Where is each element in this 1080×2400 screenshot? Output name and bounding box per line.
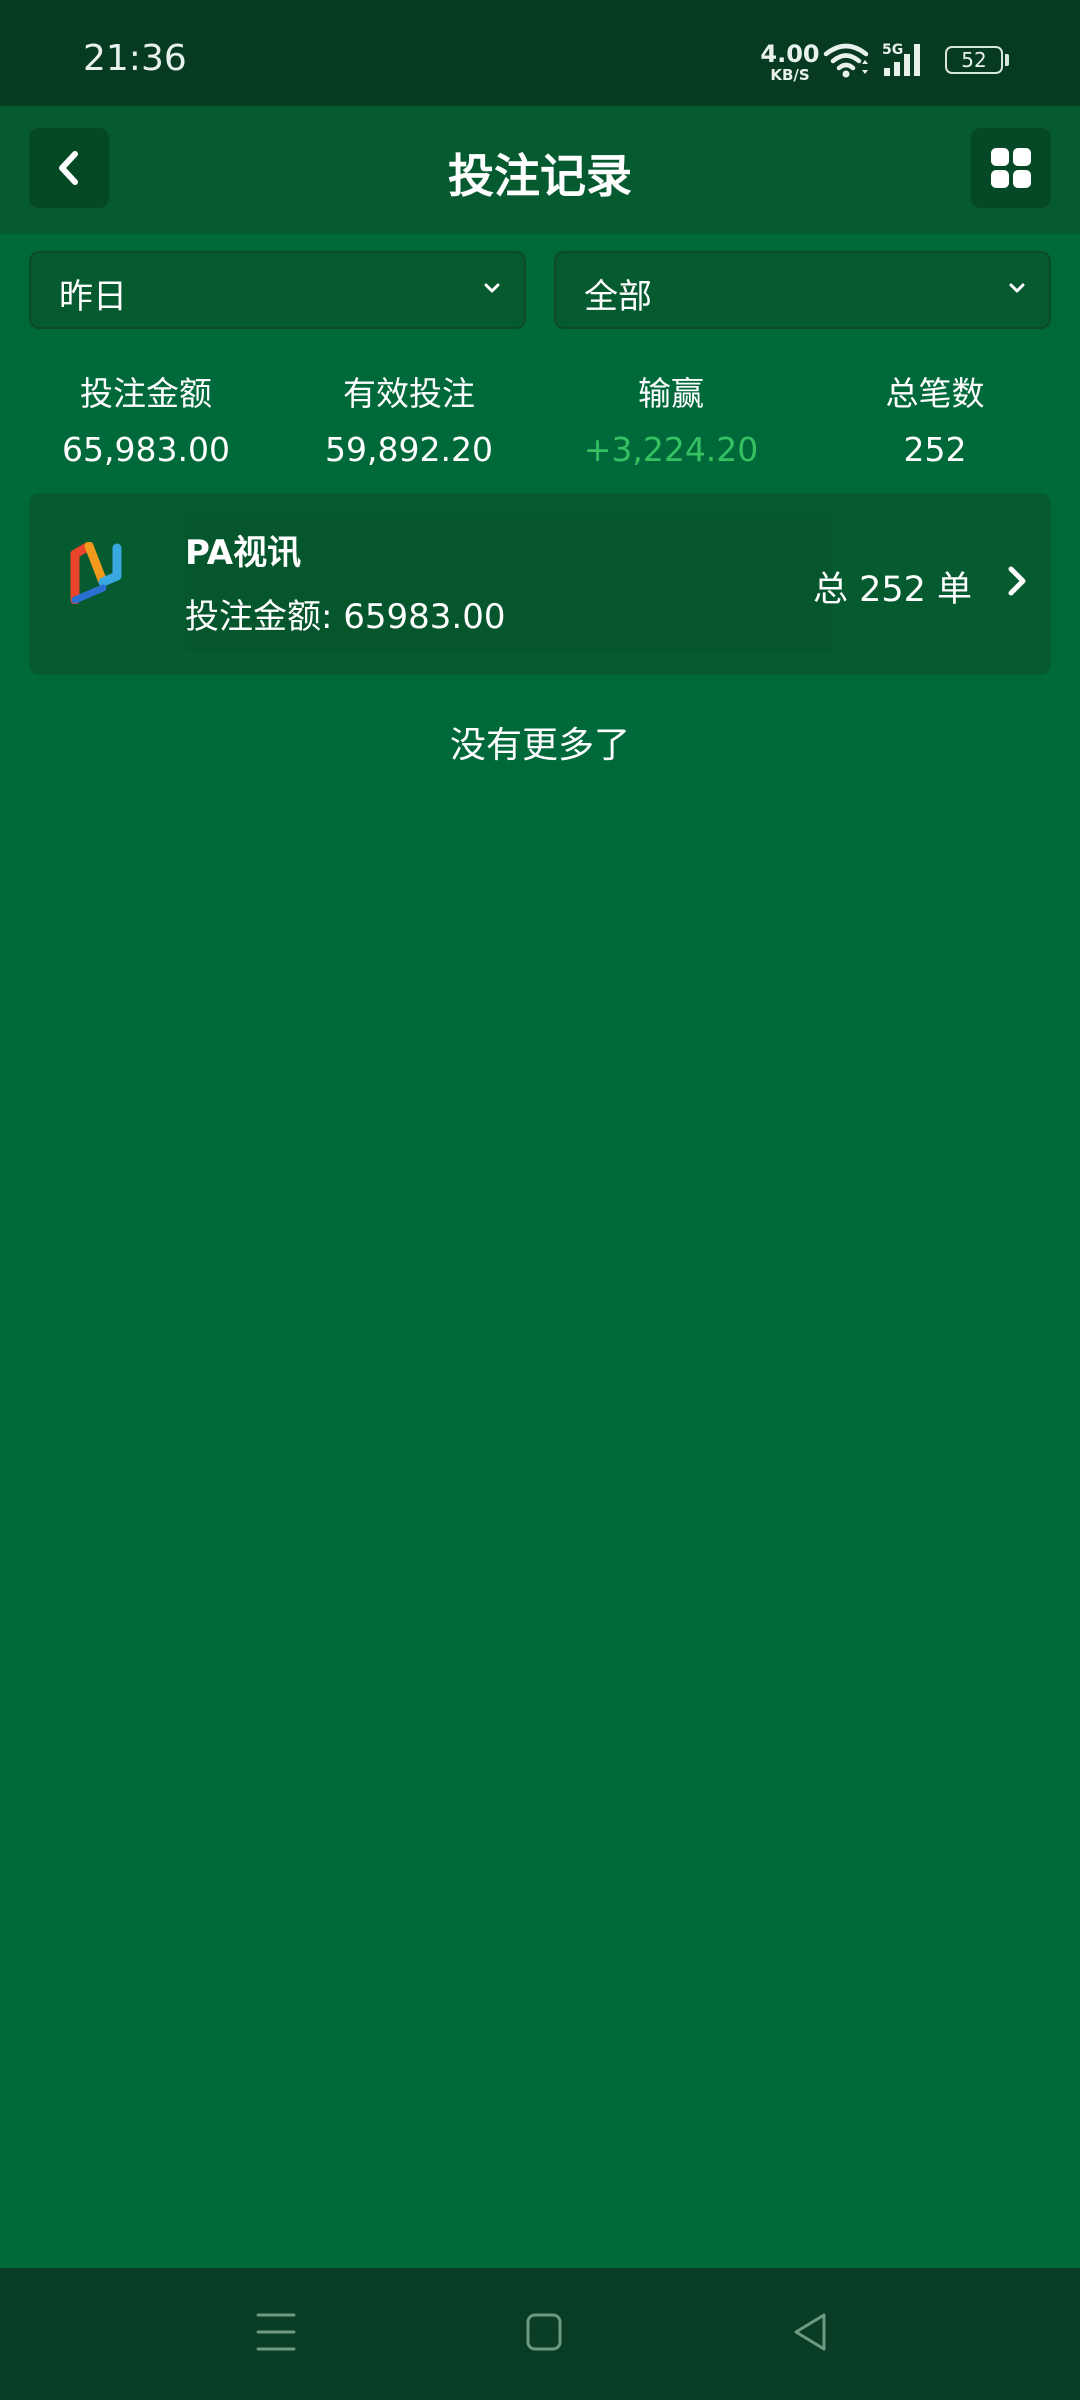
provider-record-card[interactable]: PA视讯 投注金额: 65983.00 总 252 单 xyxy=(29,493,1051,675)
provider-name: PA视讯 xyxy=(185,533,302,573)
grid-menu-button[interactable] xyxy=(971,128,1051,208)
back-triangle-icon[interactable] xyxy=(790,2310,830,2354)
stat-label: 总笔数 xyxy=(885,374,985,413)
date-filter-value: 昨日 xyxy=(59,277,127,317)
stat-value: +3,224.20 xyxy=(583,430,759,469)
provider-bet-amount: 投注金额: 65983.00 xyxy=(185,597,506,637)
stat-label: 输赢 xyxy=(638,374,704,413)
page-title: 投注记录 xyxy=(448,149,632,203)
grid-icon xyxy=(991,148,1031,188)
status-bar: 21:36 4.00 KB/S 5G 52 xyxy=(0,0,1080,106)
type-filter-dropdown[interactable]: 全部 xyxy=(554,251,1051,329)
type-filter-value: 全部 xyxy=(584,277,652,317)
chevron-down-icon xyxy=(484,283,500,293)
provider-info: PA视讯 投注金额: 65983.00 xyxy=(185,513,833,651)
battery-tip xyxy=(1005,54,1009,66)
battery-icon: 52 xyxy=(945,46,1003,74)
network-type-label: 5G xyxy=(882,42,903,58)
system-nav-bar xyxy=(0,2268,1080,2400)
stat-valid-bet: 有效投注 59,892.20 xyxy=(278,370,540,474)
battery-level: 52 xyxy=(961,48,987,72)
app-header: 投注记录 xyxy=(0,106,1080,234)
stat-total-count: 总笔数 252 xyxy=(804,370,1066,474)
home-icon[interactable] xyxy=(524,2310,564,2354)
status-time: 21:36 xyxy=(83,38,187,79)
provider-total-orders: 总 252 单 xyxy=(812,570,972,610)
provider-logo-icon xyxy=(70,542,122,604)
stat-value: 252 xyxy=(903,430,967,469)
date-filter-dropdown[interactable]: 昨日 xyxy=(29,251,526,329)
stat-label: 有效投注 xyxy=(343,374,475,413)
stat-bet-amount: 投注金额 65,983.00 xyxy=(15,370,277,474)
stat-label: 投注金额 xyxy=(80,374,212,413)
chevron-down-icon xyxy=(1009,283,1025,293)
stat-value: 65,983.00 xyxy=(62,430,230,469)
network-speed: 4.00 KB/S xyxy=(760,42,820,83)
network-speed-unit: KB/S xyxy=(770,66,810,84)
menu-icon[interactable] xyxy=(256,2310,296,2354)
list-end-text: 没有更多了 xyxy=(449,725,630,766)
cell-signal-icon: 5G xyxy=(882,42,920,76)
stat-win-loss: 输赢 +3,224.20 xyxy=(540,370,802,474)
wifi-icon xyxy=(823,43,869,78)
stat-value: 59,892.20 xyxy=(325,430,493,469)
network-speed-value: 4.00 xyxy=(760,40,820,68)
chevron-right-icon xyxy=(1008,566,1026,596)
